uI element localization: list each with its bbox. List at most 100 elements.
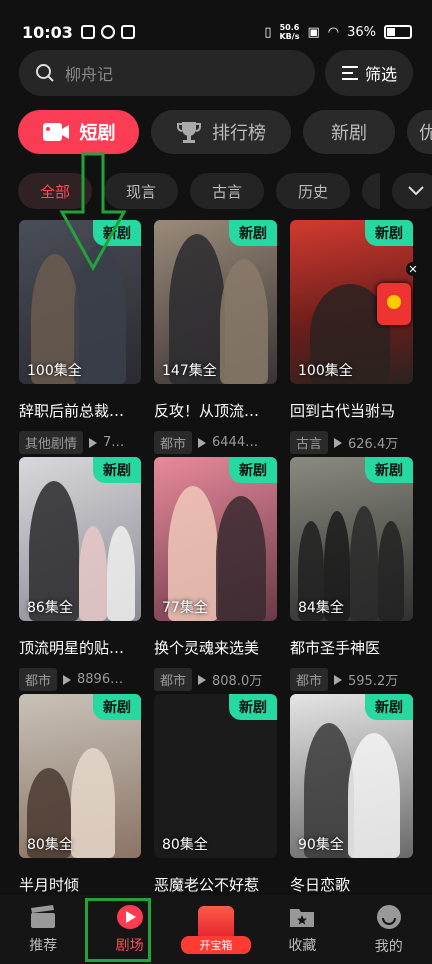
new-badge: 新剧: [93, 457, 141, 483]
genre-tag: 都市: [154, 668, 193, 691]
nav-label: 收藏: [288, 937, 317, 954]
episode-count: 77集全: [162, 600, 208, 616]
drama-card[interactable]: 新剧 147集全 反攻！从顶流… 都市 6444…: [154, 220, 277, 457]
status-right: ▯ 50.6 KB/s ▣ ◠ 36%: [264, 14, 412, 50]
drama-title: 反攻！从顶流…: [154, 402, 260, 420]
tab-label: 优: [419, 123, 432, 144]
wifi-icon: ◠: [327, 24, 340, 40]
poster-figure: [71, 748, 115, 858]
app-notification-icon: [100, 25, 115, 39]
category-overflow: [362, 173, 380, 209]
filter-button[interactable]: 筛选: [325, 50, 413, 96]
net-speed: 50.6 KB/s: [279, 23, 299, 41]
poster-figure: [378, 521, 404, 621]
red-packet-icon[interactable]: [377, 283, 411, 325]
play-count-icon: [63, 674, 72, 685]
filter-label: 筛选: [364, 65, 397, 84]
nav-favorites[interactable]: 收藏: [267, 905, 337, 955]
play-count-icon: [89, 437, 98, 448]
episode-count: 84集全: [298, 600, 344, 616]
nav-label: 推荐: [29, 937, 58, 954]
search-placeholder: 柳舟记: [65, 65, 114, 84]
drama-title: 冬日恋歌: [290, 876, 351, 894]
drama-card[interactable]: 新剧 86集全 顶流明星的贴… 都市 8896…: [19, 457, 141, 694]
poster-figure: [350, 506, 378, 621]
episode-count: 100集全: [298, 363, 353, 379]
genre-tag: 其他剧情: [19, 431, 84, 454]
poster-figure: [220, 259, 268, 384]
tab-label: 短剧: [79, 123, 116, 144]
poster: 新剧 84集全: [290, 457, 413, 621]
tab-label: 排行榜: [212, 123, 266, 144]
poster-figure: [216, 496, 266, 621]
treasure-label: 开宝箱: [180, 935, 251, 954]
drama-meta: 都市 6444…: [154, 431, 277, 454]
drama-title: 恶魔老公不好惹: [154, 876, 260, 894]
drama-card[interactable]: 新剧 84集全 都市圣手神医 都市 595.2万: [290, 457, 413, 694]
genre-tag: 都市: [19, 668, 58, 691]
play-count: 626.4万: [348, 437, 399, 452]
vibrate-icon: ▯: [264, 24, 272, 40]
drama-title: 回到古代当驸马: [290, 402, 396, 420]
drama-title: 都市圣手神医: [290, 639, 381, 657]
poster: 新剧 90集全: [290, 694, 413, 858]
battery-percent: 36%: [347, 24, 376, 40]
tab-label: 新剧: [331, 123, 367, 144]
new-badge: 新剧: [229, 694, 277, 720]
category-ancient[interactable]: 古言: [190, 173, 264, 209]
close-icon[interactable]: ✕: [406, 262, 420, 276]
net-speed-value: 50.6: [279, 23, 300, 32]
app-notification-icon: [80, 25, 95, 39]
status-left: 10:03: [22, 14, 135, 50]
drama-card[interactable]: 新剧 100集全 回到古代当驸马 古言 626.4万: [290, 220, 413, 457]
drama-title: 换个灵魂来选美: [154, 639, 260, 657]
expand-categories-button[interactable]: [392, 173, 432, 209]
favorites-folder-icon: [290, 908, 315, 927]
net-speed-unit: KB/s: [279, 32, 300, 41]
drama-meta: 都市 8896…: [19, 668, 141, 691]
play-count-icon: [198, 437, 207, 448]
annotation-arrow: [59, 152, 127, 272]
drama-meta: 古言 626.4万: [290, 431, 413, 454]
search-icon: [36, 64, 54, 82]
notification-icons: [80, 25, 135, 39]
status-bar: 10:03 ▯ 50.6 KB/s ▣ ◠ 36%: [0, 0, 432, 50]
new-badge: 新剧: [93, 694, 141, 720]
new-badge: 新剧: [365, 457, 413, 483]
genre-tag: 古言: [290, 431, 329, 454]
nav-profile[interactable]: 我的: [354, 904, 424, 956]
drama-card[interactable]: 新剧 77集全 换个灵魂来选美 都市 808.0万: [154, 457, 277, 694]
drama-title: 辞职后前总裁…: [19, 402, 125, 420]
play-count: 6444…: [212, 435, 259, 450]
drama-meta: 其他剧情 7…: [19, 431, 141, 454]
chevron-down-icon: [408, 186, 424, 196]
tab-new-drama[interactable]: 新剧: [303, 110, 395, 154]
nav-recommend[interactable]: 推荐: [8, 904, 78, 955]
drama-grid: 新剧 100集全 辞职后前总裁… 其他剧情 7… 新剧 147集全 反攻！从顶流…: [19, 220, 413, 931]
battery-icon: [384, 25, 412, 39]
drama-title: 顶流明星的贴…: [19, 639, 125, 657]
tab-ranking[interactable]: 排行榜: [151, 110, 291, 154]
poster: 新剧 80集全: [154, 694, 277, 858]
play-count: 8896…: [77, 672, 124, 687]
episode-count: 86集全: [27, 600, 73, 616]
tab-more[interactable]: 优: [407, 110, 432, 154]
new-badge: 新剧: [365, 220, 413, 246]
episode-count: 90集全: [298, 837, 344, 853]
annotation-highlight-box: [85, 898, 151, 962]
play-count-icon: [198, 674, 207, 685]
tab-short-drama[interactable]: 短剧: [18, 110, 139, 154]
nav-treasure-box[interactable]: 开宝箱: [180, 905, 251, 954]
play-count-icon: [334, 437, 343, 448]
new-badge: 新剧: [229, 220, 277, 246]
drama-meta: 都市 595.2万: [290, 668, 413, 691]
episode-count: 147集全: [162, 363, 217, 379]
poster: 新剧 86集全: [19, 457, 141, 621]
search-row: 柳舟记 筛选: [19, 50, 413, 96]
search-input[interactable]: 柳舟记: [19, 50, 315, 96]
category-history[interactable]: 历史: [276, 173, 350, 209]
episode-count: 80集全: [162, 837, 208, 853]
play-count: 808.0万: [212, 674, 263, 689]
sim-icon: ▣: [307, 24, 320, 40]
clapperboard-icon: [31, 904, 56, 928]
